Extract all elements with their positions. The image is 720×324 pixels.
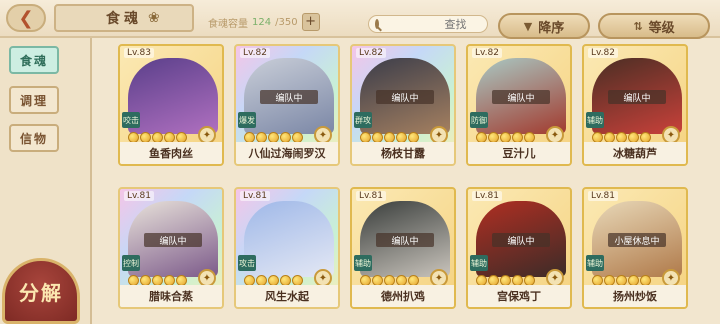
role-tag: 防御	[470, 112, 488, 128]
role-tag: 群攻	[354, 112, 372, 128]
top-bar: ❮ 食魂 ❀ 食魂容量 124/350 + × ▼ 降序 ⇅ 等级	[0, 0, 720, 39]
character-portrait	[128, 58, 218, 134]
role-tag: 辅助	[354, 255, 372, 271]
level-label: Lv.82	[472, 48, 502, 58]
level-label: Lv.83	[124, 48, 154, 58]
food-soul-card[interactable]: Lv.82 编队中 辅助 ✦ 冰糖葫芦	[582, 44, 688, 166]
team-status-badge: 编队中	[608, 90, 666, 104]
level-label: Lv.82	[356, 48, 386, 58]
decompose-button[interactable]: 分解	[2, 258, 80, 324]
character-name: 腊味合蒸	[120, 285, 222, 307]
character-name: 杨枝甘露	[352, 142, 454, 164]
team-status-badge: 编队中	[492, 90, 550, 104]
food-soul-card[interactable]: Lv.81 编队中 控制 ✦ 腊味合蒸	[118, 187, 224, 309]
level-label: Lv.81	[124, 191, 154, 201]
sort-descending-button[interactable]: ▼ 降序	[498, 13, 590, 39]
character-name: 鱼香肉丝	[120, 142, 222, 164]
role-tag: 咬击	[122, 112, 140, 128]
sort-descending-label: 降序	[538, 20, 565, 36]
capacity-display: 食魂容量 124/350 +	[208, 12, 320, 32]
food-soul-card[interactable]: Lv.81 编队中 辅助 ✦ 宫保鸡丁	[466, 187, 572, 309]
role-tag: 爆发	[238, 112, 256, 128]
character-name: 德州扒鸡	[352, 285, 454, 307]
team-status-badge: 编队中	[492, 233, 550, 247]
character-name: 风生水起	[236, 285, 338, 307]
food-soul-card[interactable]: Lv.82 编队中 爆发 ✦ 八仙过海闹罗汉	[234, 44, 340, 166]
character-name: 豆汁儿	[468, 142, 570, 164]
food-soul-card[interactable]: Lv.81 编队中 辅助 ✦ 德州扒鸡	[350, 187, 456, 309]
sort-arrows-icon: ⇅	[633, 19, 643, 33]
chevron-down-icon: ▼	[523, 19, 533, 33]
search-icon	[375, 19, 379, 29]
character-name: 宫保鸡丁	[468, 285, 570, 307]
level-label: Lv.82	[588, 48, 618, 58]
role-tag: 控制	[122, 255, 140, 271]
capacity-current: 124	[252, 16, 272, 28]
tab-tokens[interactable]: 信物	[9, 124, 59, 152]
role-tag: 辅助	[470, 255, 488, 271]
food-soul-card[interactable]: Lv.82 编队中 群攻 ✦ 杨枝甘露	[350, 44, 456, 166]
food-soul-card[interactable]: Lv.82 编队中 防御 ✦ 豆汁儿	[466, 44, 572, 166]
role-tag: 攻击	[238, 255, 256, 271]
level-label: Lv.81	[588, 191, 618, 201]
team-status-badge: 编队中	[376, 233, 434, 247]
character-name: 扬州炒饭	[584, 285, 686, 307]
role-tag: 辅助	[586, 255, 604, 271]
sort-level-button[interactable]: ⇅ 等级	[598, 13, 710, 39]
tab-cooking[interactable]: 调理	[9, 86, 59, 114]
search-box: ×	[368, 15, 542, 33]
sort-level-label: 等级	[648, 20, 675, 36]
character-name: 八仙过海闹罗汉	[236, 142, 338, 164]
capacity-label: 食魂容量	[208, 18, 248, 30]
sidebar: 食魂 调理 信物 分解	[0, 38, 92, 324]
food-soul-card[interactable]: Lv.81 攻击 ✦ 风生水起	[234, 187, 340, 309]
food-soul-card[interactable]: Lv.81 小屋休息中 辅助 ✦ 扬州炒饭	[582, 187, 688, 309]
team-status-badge: 编队中	[144, 233, 202, 247]
food-soul-grid: Lv.83 咬击 ✦ 鱼香肉丝 Lv.82 编队中 爆发 ✦ 八仙过海闹罗汉 Lv.82 编队中 群攻…	[118, 44, 690, 320]
level-label: Lv.81	[472, 191, 502, 201]
character-portrait	[244, 201, 334, 277]
tab-food-souls[interactable]: 食魂	[9, 46, 59, 74]
level-label: Lv.81	[240, 191, 270, 201]
role-tag: 辅助	[586, 112, 604, 128]
capacity-max: /350	[275, 16, 298, 28]
capacity-add-button[interactable]: +	[301, 13, 320, 31]
level-label: Lv.82	[240, 48, 270, 58]
team-status-badge: 编队中	[376, 90, 434, 104]
character-name: 冰糖葫芦	[584, 142, 686, 164]
level-label: Lv.81	[356, 191, 386, 201]
page-title: 食魂	[54, 4, 194, 32]
team-status-badge: 编队中	[260, 90, 318, 104]
team-status-badge: 小屋休息中	[608, 233, 666, 247]
back-arrow-icon[interactable]: ❮	[6, 4, 46, 32]
food-soul-card[interactable]: Lv.83 咬击 ✦ 鱼香肉丝	[118, 44, 224, 166]
crown-icon: ❀	[148, 10, 160, 26]
